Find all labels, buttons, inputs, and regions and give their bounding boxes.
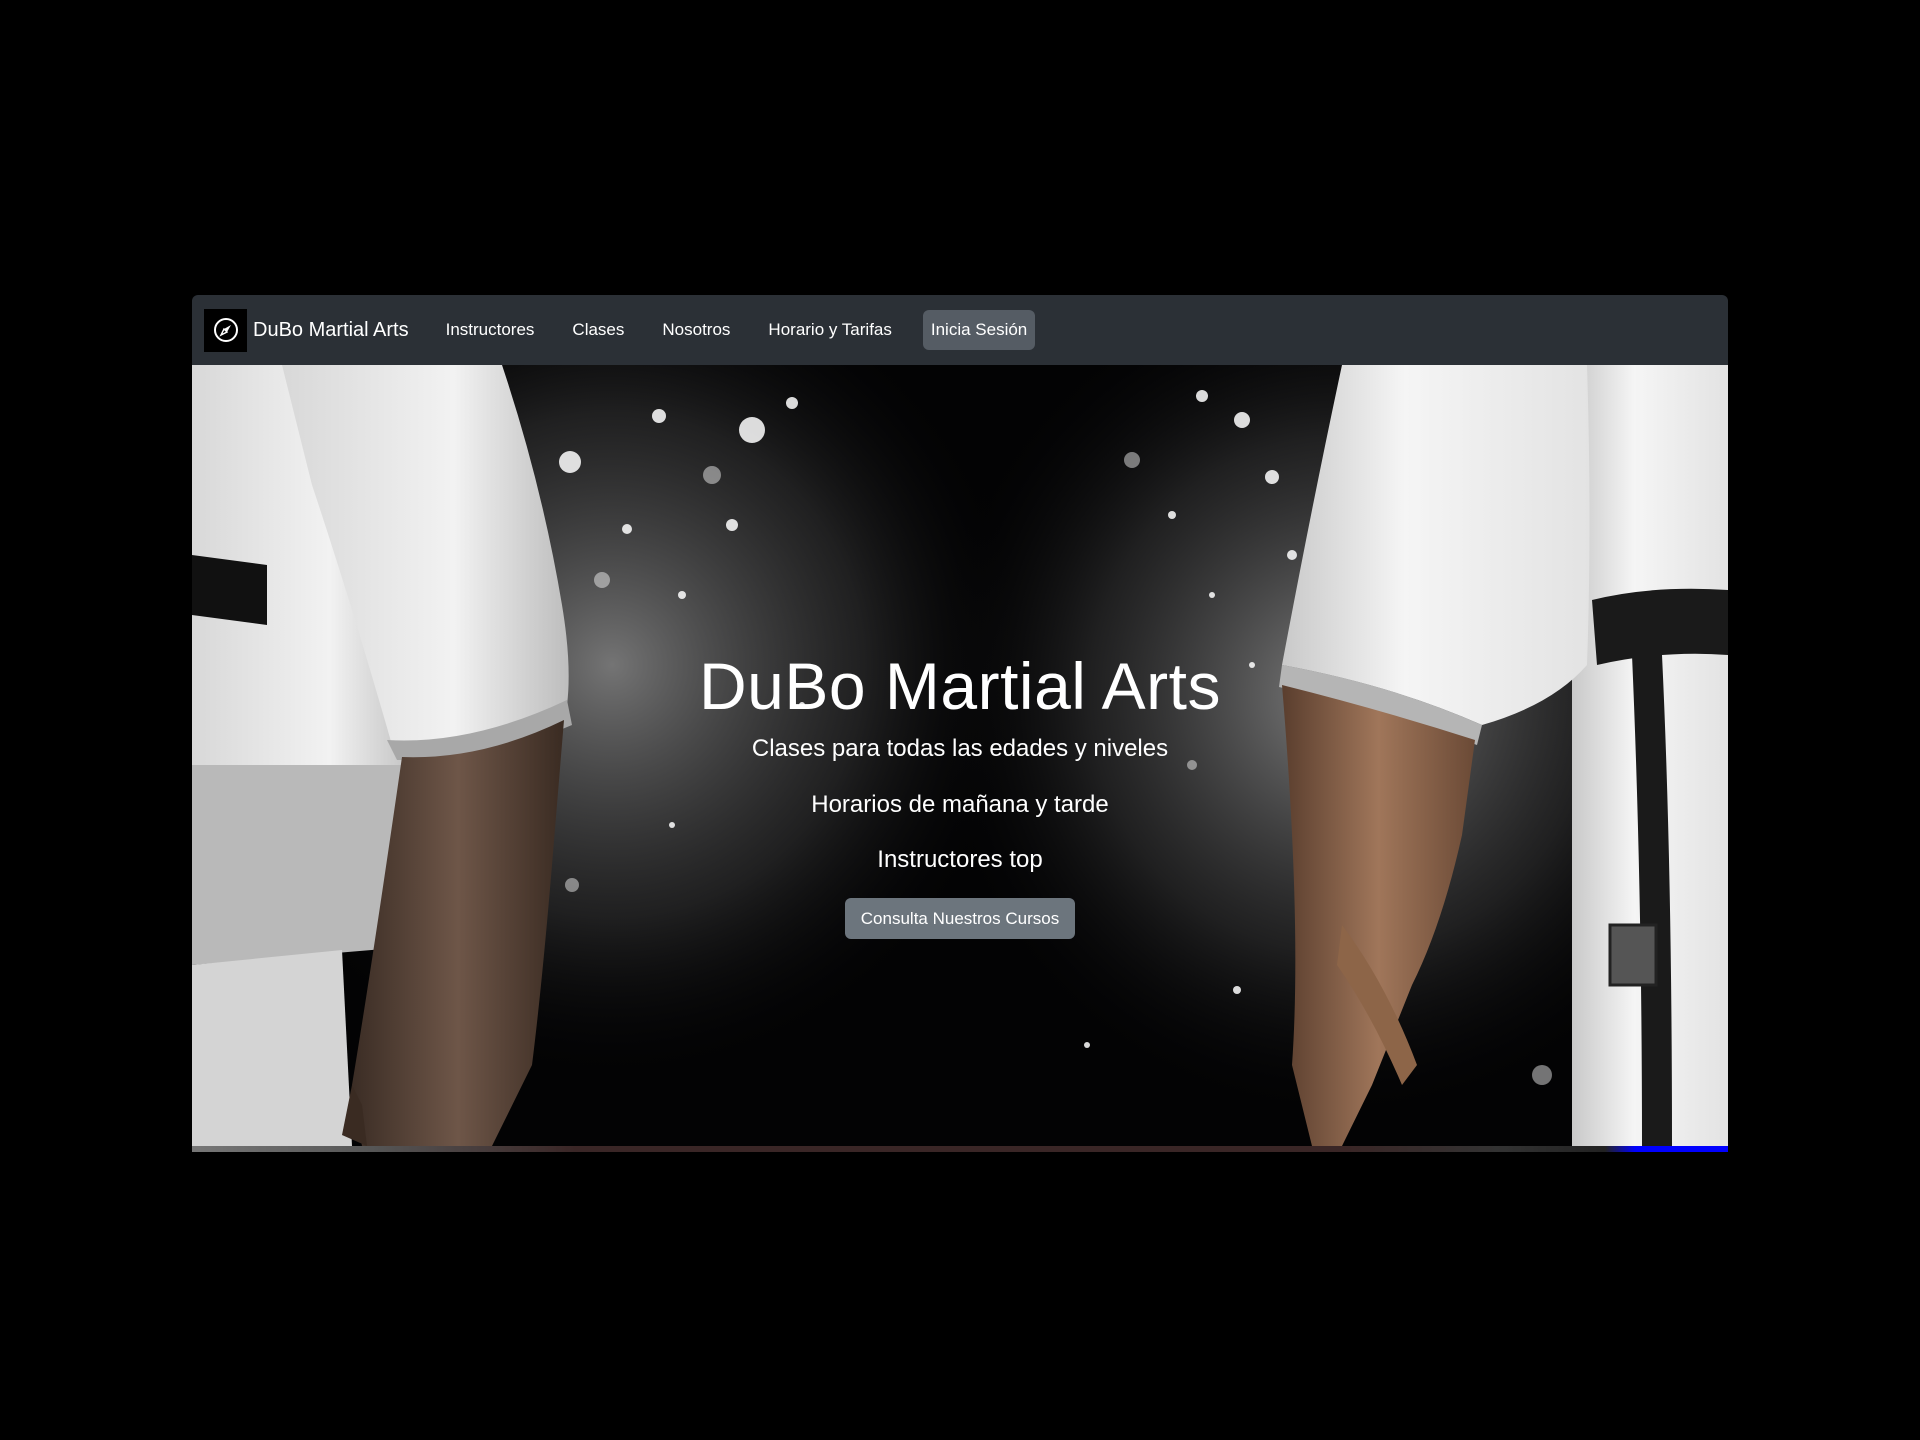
brand-name: DuBo Martial Arts [253,318,409,341]
nav-nosotros[interactable]: Nosotros [643,310,749,350]
login-button[interactable]: Inicia Sesión [922,310,1036,350]
brand[interactable]: DuBo Martial Arts [204,308,427,352]
nav-clases[interactable]: Clases [553,310,643,350]
compass-logo-icon [204,308,247,352]
hero-line-schedule: Horarios de mañana y tarde [811,791,1109,818]
nav-horario-tarifas[interactable]: Horario y Tarifas [749,310,910,350]
hero-section: DuBo Martial Arts Clases para todas las … [192,365,1728,1146]
hero-line-ages: Clases para todas las edades y niveles [751,735,1169,762]
nav-instructores[interactable]: Instructores [427,310,554,350]
hero-title: DuBo Martial Arts [699,649,1221,723]
browser-viewport: DuBo Martial Arts Instructores Clases No… [192,295,1728,1152]
courses-button[interactable]: Consulta Nuestros Cursos [845,898,1075,939]
bottom-strip [192,1146,1728,1152]
navbar: DuBo Martial Arts Instructores Clases No… [192,295,1728,365]
hero-line-instructors: Instructores top [877,846,1043,873]
